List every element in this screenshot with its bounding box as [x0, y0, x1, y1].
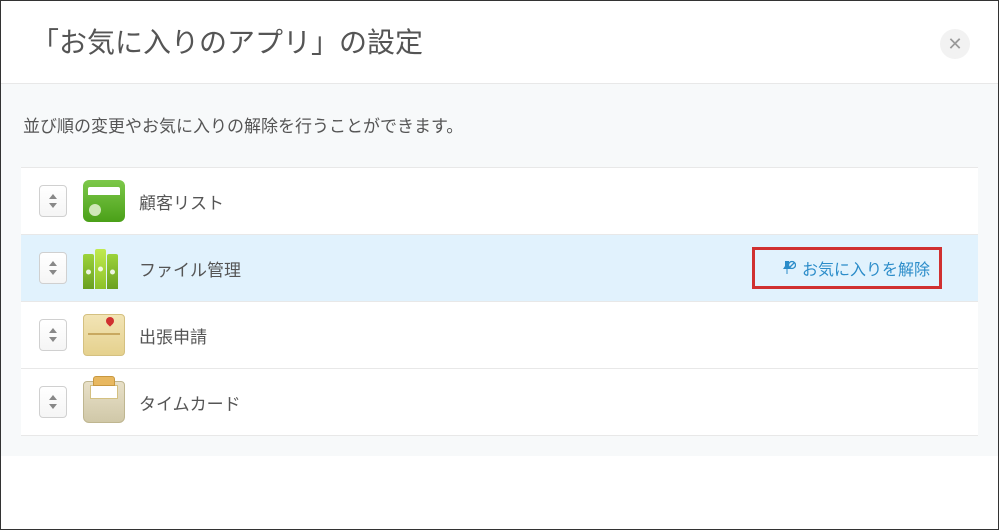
arrow-down-icon: [49, 203, 57, 208]
contact-icon: [83, 180, 125, 222]
arrow-down-icon: [49, 270, 57, 275]
close-icon: ✕: [947, 35, 962, 53]
list-item: タイムカード: [21, 369, 978, 436]
drag-handle[interactable]: [39, 252, 67, 284]
arrow-up-icon: [49, 261, 57, 266]
arrow-up-icon: [49, 328, 57, 333]
remove-favorite-label: お気に入りを解除: [802, 256, 930, 280]
arrow-up-icon: [49, 194, 57, 199]
content-area: 並び順の変更やお気に入りの解除を行うことができます。 顧客リスト ファイル管理: [1, 84, 998, 456]
description-text: 並び順の変更やお気に入りの解除を行うことができます。: [23, 112, 978, 137]
app-name-label: タイムカード: [139, 390, 241, 415]
app-name-label: ファイル管理: [139, 256, 241, 281]
close-button[interactable]: ✕: [940, 29, 970, 59]
drag-handle[interactable]: [39, 319, 67, 351]
map-icon: [83, 314, 125, 356]
arrow-down-icon: [49, 337, 57, 342]
unpin-icon: [780, 260, 796, 276]
timecard-icon: [83, 381, 125, 423]
remove-favorite-link[interactable]: お気に入りを解除: [780, 256, 930, 280]
list-item: 出張申請: [21, 302, 978, 369]
app-name-label: 出張申請: [139, 323, 207, 348]
dialog-title: 「お気に入りのアプリ」の設定: [31, 21, 968, 61]
drag-handle[interactable]: [39, 185, 67, 217]
list-item: 顧客リスト: [21, 168, 978, 235]
drag-handle[interactable]: [39, 386, 67, 418]
arrow-down-icon: [49, 404, 57, 409]
list-item: ファイル管理 お気に入りを解除: [21, 235, 978, 302]
favorite-apps-list: 顧客リスト ファイル管理: [21, 167, 978, 436]
dialog-header: 「お気に入りのアプリ」の設定 ✕: [1, 1, 998, 84]
app-name-label: 顧客リスト: [139, 189, 224, 214]
files-icon: [83, 247, 125, 289]
arrow-up-icon: [49, 395, 57, 400]
